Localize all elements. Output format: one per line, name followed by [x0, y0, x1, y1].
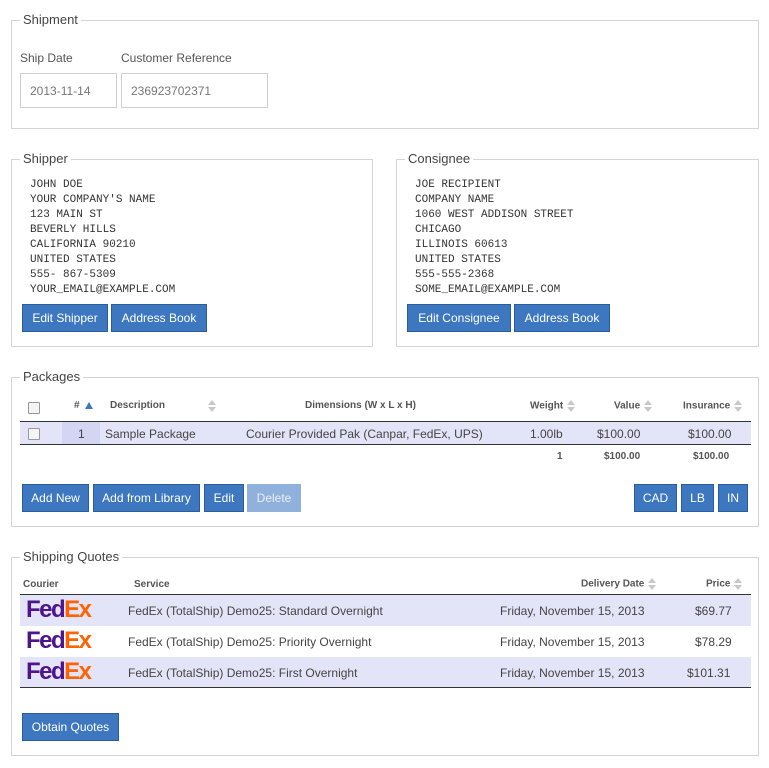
weight-unit-lb-button[interactable]: LB	[681, 484, 714, 512]
col-num-label: #	[74, 400, 80, 411]
col-courier-header: Courier	[23, 579, 59, 590]
row-weight: 1.00lb	[530, 427, 563, 441]
col-description-header[interactable]: Description	[110, 400, 216, 412]
shipping-quotes-legend: Shipping Quotes	[20, 549, 123, 564]
col-value-header[interactable]: Value	[614, 400, 653, 412]
ship-date-label: Ship Date	[20, 51, 73, 65]
col-service-header: Service	[134, 579, 170, 590]
shipper-address-line: JOHN DOE	[30, 179, 83, 191]
add-new-button[interactable]: Add New	[22, 484, 89, 512]
shipper-address-book-button[interactable]: Address Book	[111, 304, 207, 332]
total-count: 1	[557, 451, 563, 462]
consignee-address-book-button[interactable]: Address Book	[514, 304, 610, 332]
delete-package-button[interactable]: Delete	[247, 484, 301, 512]
quote-delivery-date: Friday, November 15, 2013	[500, 635, 645, 649]
col-insurance-label: Insurance	[683, 400, 731, 412]
total-insurance: $100.00	[693, 451, 730, 462]
sort-icon	[734, 400, 743, 412]
row-description: Sample Package	[105, 427, 196, 441]
shipment-fieldset: Shipment Ship Date Customer Reference 20…	[11, 12, 759, 129]
consignee-fieldset: Consignee JOE RECIPIENT COMPANY NAME 106…	[396, 151, 759, 347]
sort-icon	[734, 578, 743, 590]
consignee-address-line: 1060 WEST ADDISON STREET	[415, 209, 574, 221]
total-value: $100.00	[604, 451, 641, 462]
col-weight-label: Weight	[530, 400, 564, 412]
select-all-checkbox[interactable]	[28, 402, 40, 414]
packages-legend: Packages	[20, 369, 84, 384]
quote-service: FedEx (TotalShip) Demo25: First Overnigh…	[128, 666, 358, 680]
quote-delivery-date: Friday, November 15, 2013	[500, 666, 645, 680]
sort-icon	[208, 400, 216, 412]
col-delivery-date-header[interactable]: Delivery Date	[581, 578, 657, 590]
sort-icon	[648, 578, 657, 590]
consignee-address: JOE RECIPIENT COMPANY NAME 1060 WEST ADD…	[415, 178, 573, 298]
shipper-address-line: 123 MAIN ST	[30, 209, 103, 221]
row-dimensions: Courier Provided Pak (Canpar, FedEx, UPS…	[246, 427, 483, 441]
add-from-library-button[interactable]: Add from Library	[93, 484, 200, 512]
row-insurance: $100.00	[688, 427, 732, 441]
quote-delivery-date: Friday, November 15, 2013	[500, 604, 645, 618]
consignee-address-line: ILLINOIS 60613	[415, 239, 508, 251]
col-price-label: Price	[706, 578, 731, 590]
consignee-address-line: CHICAGO	[415, 224, 462, 236]
consignee-address-line: JOE RECIPIENT	[415, 179, 501, 191]
col-price-header[interactable]: Price	[706, 578, 743, 590]
consignee-address-line: 555-555-2368	[415, 269, 495, 281]
quote-price: $101.31	[687, 666, 731, 680]
shipper-address-line: YOUR_EMAIL@EXAMPLE.COM	[30, 284, 176, 296]
fedex-logo: FedEx	[26, 596, 92, 623]
shipper-address: JOHN DOE YOUR COMPANY'S NAME 123 MAIN ST…	[30, 178, 175, 298]
col-num-header[interactable]: #	[74, 400, 93, 411]
quote-service: FedEx (TotalShip) Demo25: Priority Overn…	[128, 635, 372, 649]
edit-package-button[interactable]: Edit	[204, 484, 244, 512]
col-weight-header[interactable]: Weight	[530, 400, 576, 412]
sort-icon	[644, 400, 653, 412]
shipper-address-line: YOUR COMPANY'S NAME	[30, 194, 156, 206]
sort-icon	[567, 400, 576, 412]
packages-fieldset: Packages # Description Dimensions (W x L…	[11, 369, 759, 527]
consignee-address-line: COMPANY NAME	[415, 194, 495, 206]
shipping-quotes-fieldset: Shipping Quotes Courier Service Delivery…	[11, 549, 759, 756]
fedex-logo: FedEx	[26, 627, 92, 654]
col-value-label: Value	[614, 400, 641, 412]
col-dimensions-header: Dimensions (W x L x H)	[305, 400, 416, 411]
currency-cad-button[interactable]: CAD	[634, 484, 677, 512]
shipment-legend: Shipment	[20, 12, 81, 27]
edit-shipper-button[interactable]: Edit Shipper	[22, 304, 108, 332]
quote-price: $69.77	[695, 604, 732, 618]
customer-reference-input[interactable]: 236923702371	[121, 73, 268, 108]
ship-date-input[interactable]: 2013-11-14	[20, 73, 117, 108]
edit-consignee-button[interactable]: Edit Consignee	[407, 304, 511, 332]
consignee-address-line: UNITED STATES	[415, 254, 501, 266]
consignee-legend: Consignee	[405, 151, 474, 166]
row-checkbox[interactable]	[28, 428, 40, 440]
col-insurance-header[interactable]: Insurance	[683, 400, 743, 412]
row-num: 1	[78, 427, 85, 441]
consignee-address-line: SOME_EMAIL@EXAMPLE.COM	[415, 284, 561, 296]
row-value: $100.00	[597, 427, 641, 441]
sort-asc-icon	[84, 401, 93, 409]
customer-reference-label: Customer Reference	[121, 51, 232, 65]
shipper-address-line: 555- 867-5309	[30, 269, 116, 281]
dimension-unit-in-button[interactable]: IN	[718, 484, 748, 512]
shipper-legend: Shipper	[20, 151, 71, 166]
quote-price: $78.29	[695, 635, 732, 649]
fedex-logo: FedEx	[26, 658, 92, 685]
shipper-address-line: UNITED STATES	[30, 254, 116, 266]
quote-service: FedEx (TotalShip) Demo25: Standard Overn…	[128, 604, 383, 618]
col-description-label: Description	[110, 400, 166, 411]
col-delivery-date-label: Delivery Date	[581, 578, 645, 590]
shipper-address-line: BEVERLY HILLS	[30, 224, 116, 236]
shipper-fieldset: Shipper JOHN DOE YOUR COMPANY'S NAME 123…	[11, 151, 373, 347]
shipper-address-line: CALIFORNIA 90210	[30, 239, 136, 251]
obtain-quotes-button[interactable]: Obtain Quotes	[22, 713, 119, 741]
